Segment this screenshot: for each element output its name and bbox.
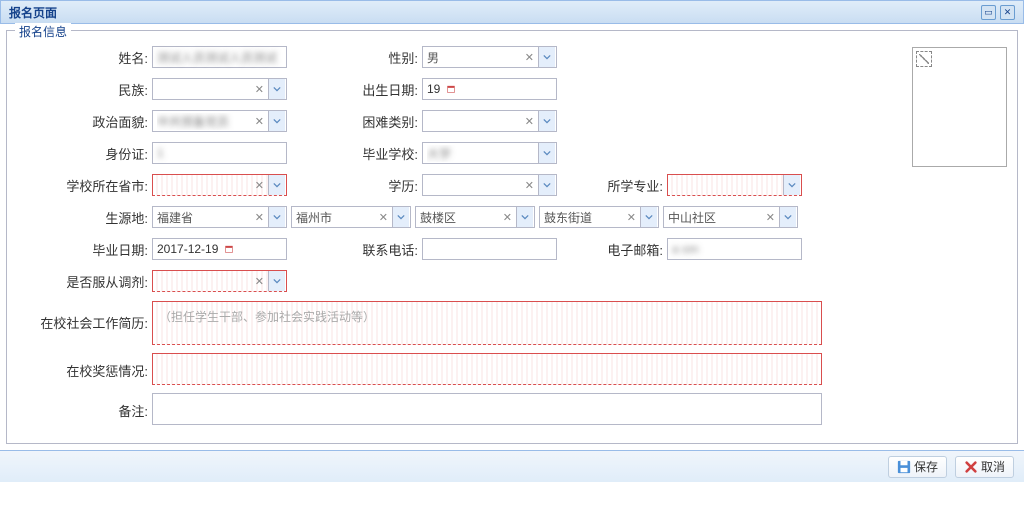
award-label: 在校奖惩情况: bbox=[17, 353, 152, 380]
award-textarea[interactable] bbox=[152, 353, 822, 385]
resume-textarea[interactable]: （担任学生干部、参加社会实践活动等） bbox=[152, 301, 822, 345]
idcard-label: 身份证: bbox=[17, 144, 152, 163]
close-icon[interactable]: ✕ bbox=[1000, 5, 1015, 20]
email-label: 电子邮箱: bbox=[557, 240, 667, 259]
action-bar: 保存 取消 bbox=[0, 450, 1024, 482]
chevron-down-icon[interactable] bbox=[538, 47, 555, 67]
clear-icon[interactable]: ✕ bbox=[379, 211, 388, 224]
photo-upload[interactable] bbox=[912, 47, 1007, 167]
origin-district-combo[interactable]: 鼓楼区✕ bbox=[415, 206, 535, 228]
accept-label: 是否服从调剂: bbox=[17, 272, 152, 291]
chevron-down-icon[interactable] bbox=[268, 175, 285, 195]
birth-label: 出生日期: bbox=[287, 80, 422, 99]
origin-label: 生源地: bbox=[17, 208, 152, 227]
schoolcity-label: 学校所在省市: bbox=[17, 176, 152, 195]
broken-image-icon bbox=[916, 51, 932, 67]
chevron-down-icon[interactable] bbox=[640, 207, 657, 227]
graddate-label: 毕业日期: bbox=[17, 240, 152, 259]
chevron-down-icon[interactable] bbox=[268, 79, 285, 99]
cancel-button[interactable]: 取消 bbox=[955, 456, 1014, 478]
clear-icon[interactable]: ✕ bbox=[255, 115, 264, 128]
origin-city-combo[interactable]: 福州市✕ bbox=[291, 206, 411, 228]
name-label: 姓名: bbox=[17, 48, 152, 67]
clear-icon[interactable]: ✕ bbox=[255, 179, 264, 192]
major-label: 所学专业: bbox=[557, 176, 667, 195]
clear-icon[interactable]: ✕ bbox=[255, 211, 264, 224]
chevron-down-icon[interactable] bbox=[516, 207, 533, 227]
chevron-down-icon[interactable] bbox=[538, 175, 555, 195]
phone-label: 联系电话: bbox=[287, 240, 422, 259]
disk-icon bbox=[897, 460, 911, 474]
clear-icon[interactable]: ✕ bbox=[255, 83, 264, 96]
clear-icon[interactable]: ✕ bbox=[766, 211, 775, 224]
gender-combo[interactable]: 男 ✕ bbox=[422, 46, 557, 68]
remark-label: 备注: bbox=[17, 393, 152, 420]
origin-community-combo[interactable]: 中山社区✕ bbox=[663, 206, 798, 228]
cancel-label: 取消 bbox=[981, 458, 1005, 475]
origin-province-combo[interactable]: 福建省✕ bbox=[152, 206, 287, 228]
resume-label: 在校社会工作简历: bbox=[17, 301, 152, 332]
clear-icon[interactable]: ✕ bbox=[525, 115, 534, 128]
calendar-icon[interactable] bbox=[220, 239, 237, 259]
schoolcity-combo[interactable]: ✕ bbox=[152, 174, 287, 196]
phone-field[interactable] bbox=[422, 238, 557, 260]
difficulty-label: 困难类别: bbox=[287, 112, 422, 131]
accept-combo[interactable]: ✕ bbox=[152, 270, 287, 292]
window-title: 报名页面 bbox=[9, 4, 57, 21]
chevron-down-icon[interactable] bbox=[538, 111, 555, 131]
chevron-down-icon[interactable] bbox=[779, 207, 796, 227]
fieldset-legend: 报名信息 bbox=[15, 23, 71, 40]
clear-icon[interactable]: ✕ bbox=[627, 211, 636, 224]
email-field[interactable]: a om bbox=[667, 238, 802, 260]
major-combo[interactable] bbox=[667, 174, 802, 196]
gradschool-label: 毕业学校: bbox=[287, 144, 422, 163]
name-field[interactable]: 测试人员测试人员测试 bbox=[152, 46, 287, 68]
save-label: 保存 bbox=[914, 458, 938, 475]
education-combo[interactable]: ✕ bbox=[422, 174, 557, 196]
idcard-field[interactable]: 1 bbox=[152, 142, 287, 164]
origin-street-combo[interactable]: 鼓东街道✕ bbox=[539, 206, 659, 228]
political-combo[interactable]: 中共预备党员 ✕ bbox=[152, 110, 287, 132]
difficulty-combo[interactable]: ✕ bbox=[422, 110, 557, 132]
education-label: 学历: bbox=[287, 176, 422, 195]
clear-icon[interactable]: ✕ bbox=[255, 275, 264, 288]
nation-combo[interactable]: ✕ bbox=[152, 78, 287, 100]
minimize-icon[interactable]: ▭ bbox=[981, 5, 996, 20]
save-button[interactable]: 保存 bbox=[888, 456, 947, 478]
registration-fieldset: 报名信息 姓名: 测试人员测试人员测试 性别: 男 ✕ 民族: ✕ bbox=[6, 30, 1018, 444]
remark-textarea[interactable] bbox=[152, 393, 822, 425]
nation-label: 民族: bbox=[17, 80, 152, 99]
graddate-field[interactable]: 2017-12-19 bbox=[152, 238, 287, 260]
birth-date[interactable]: 19 bbox=[422, 78, 557, 100]
chevron-down-icon[interactable] bbox=[392, 207, 409, 227]
window-controls: ▭ ✕ bbox=[981, 5, 1015, 20]
chevron-down-icon[interactable] bbox=[268, 207, 285, 227]
chevron-down-icon[interactable] bbox=[783, 175, 800, 195]
chevron-down-icon[interactable] bbox=[268, 111, 285, 131]
political-label: 政治面貌: bbox=[17, 112, 152, 131]
clear-icon[interactable]: ✕ bbox=[525, 179, 534, 192]
chevron-down-icon[interactable] bbox=[268, 271, 285, 291]
x-icon bbox=[964, 460, 978, 474]
clear-icon[interactable]: ✕ bbox=[525, 51, 534, 64]
chevron-down-icon[interactable] bbox=[538, 143, 555, 163]
gender-label: 性别: bbox=[287, 48, 422, 67]
gradschool-combo[interactable]: 大学 bbox=[422, 142, 557, 164]
calendar-icon[interactable] bbox=[442, 79, 459, 99]
clear-icon[interactable]: ✕ bbox=[503, 211, 512, 224]
window-header: 报名页面 ▭ ✕ bbox=[0, 0, 1024, 24]
